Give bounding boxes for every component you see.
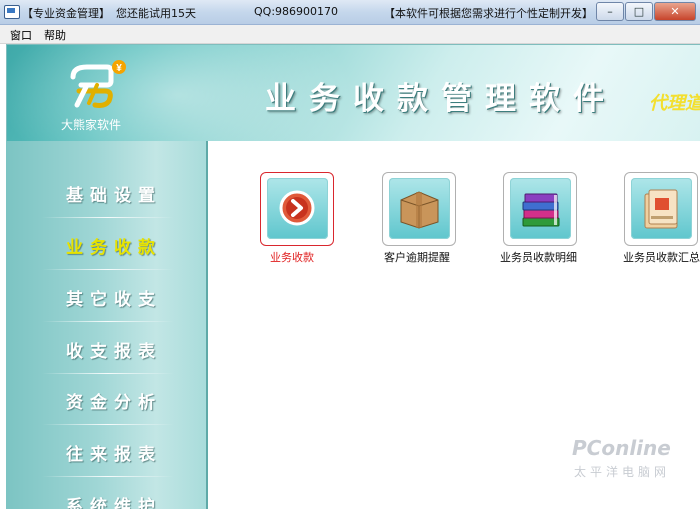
tile-label: 客户逾期提醒: [384, 251, 450, 264]
divider: [42, 476, 174, 477]
app-icon[interactable]: [4, 5, 20, 19]
sidebar-item-label: 资金分析: [66, 393, 162, 413]
banner: ¥ 大熊家软件 业务收款管理软件 代理道: [6, 44, 700, 142]
menu-help[interactable]: 帮助: [44, 27, 66, 43]
tile-salesperson-summary[interactable]: [624, 172, 698, 246]
watermark-caption: 太平洋电脑网: [574, 465, 671, 479]
divider: [42, 217, 174, 218]
tile-background: [631, 178, 692, 239]
banner-subtitle: 代理道: [649, 93, 700, 114]
close-button[interactable]: ✕: [654, 2, 696, 21]
menu-bar: 窗口 帮助: [0, 25, 700, 44]
sidebar-item-label: 往来报表: [66, 445, 162, 465]
sidebar-item-basic-settings[interactable]: 基础设置: [6, 167, 206, 218]
sidebar-item-label: 其它收支: [66, 290, 162, 310]
sidebar-item-label: 收支报表: [66, 342, 162, 362]
arrow-circle-icon: [279, 190, 315, 226]
window-controls: – □ ✕: [595, 2, 696, 21]
tile-label: 业务员收款明细: [500, 251, 577, 264]
tile-background: [510, 178, 571, 239]
tile-label: 业务员收款汇总: [623, 251, 700, 264]
title-bar: 【专业资金管理】 您还能试用15天 QQ:986900170 【本软件可根据您需…: [0, 0, 700, 25]
maximize-button[interactable]: □: [625, 2, 653, 21]
sidebar-item-label: 业务收款: [66, 238, 162, 258]
minimize-button[interactable]: –: [596, 2, 624, 21]
box-icon: [400, 191, 439, 229]
sidebar-item-account-reports[interactable]: 往来报表: [6, 426, 206, 477]
divider: [42, 424, 174, 425]
books-icon: [522, 193, 560, 227]
tile-salesperson-detail[interactable]: [503, 172, 577, 246]
divider: [42, 321, 174, 322]
divider: [42, 269, 174, 270]
banner-title: 业务收款管理软件: [265, 81, 617, 117]
tile-label: 业务收款: [270, 251, 314, 264]
sidebar-item-system-maintenance[interactable]: 系统维护: [6, 478, 206, 509]
notice-label: 【本软件可根据您需求进行个性定制开发】: [384, 7, 593, 20]
sidebar-item-income-reports[interactable]: 收支报表: [6, 323, 206, 374]
edition-label: 【专业资金管理】: [22, 7, 110, 20]
tile-background: [389, 178, 450, 239]
svg-text:¥: ¥: [116, 63, 122, 74]
sidebar-item-other-income[interactable]: 其它收支: [6, 271, 206, 322]
sidebar-item-business-receipts[interactable]: 业务收款: [6, 219, 206, 270]
logo-caption: 大熊家软件: [61, 118, 122, 132]
trial-label: 您还能试用15天: [116, 7, 196, 20]
sidebar: 基础设置 业务收款 其它收支 收支报表 资金分析 往来报表 系统维护: [6, 141, 208, 509]
qq-label: QQ:986900170: [254, 5, 339, 18]
logo-icon: ¥: [70, 60, 126, 108]
sidebar-item-label: 基础设置: [66, 186, 162, 206]
watermark-logo: PConline: [572, 436, 671, 460]
tile-background: [267, 178, 328, 239]
tile-business-receipts[interactable]: [260, 172, 334, 246]
tile-customer-overdue[interactable]: [382, 172, 456, 246]
menu-window[interactable]: 窗口: [10, 27, 32, 43]
sidebar-item-fund-analysis[interactable]: 资金分析: [6, 374, 206, 425]
folder-icon: [644, 189, 678, 229]
sidebar-item-label: 系统维护: [66, 497, 162, 509]
